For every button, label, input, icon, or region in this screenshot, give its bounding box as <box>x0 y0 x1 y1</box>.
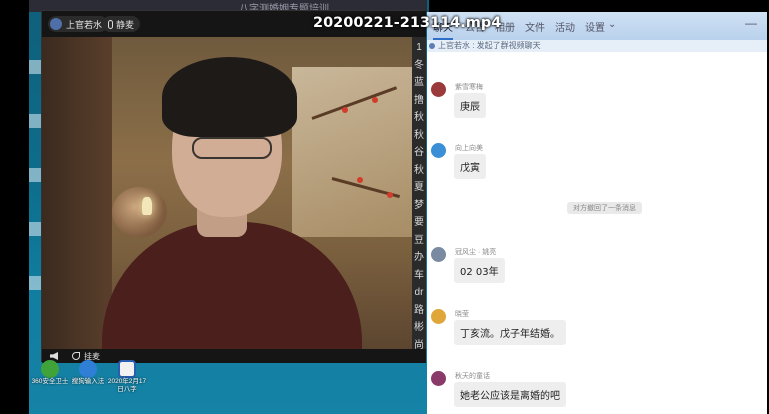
video-blossom <box>342 107 348 113</box>
video-person-hair <box>162 57 297 137</box>
message-bubble[interactable]: 庚辰 <box>454 93 486 118</box>
sender-name: 冠风尘 · 姚亮 <box>455 249 497 256</box>
member-initial[interactable]: 蓝 <box>412 74 426 92</box>
desktop-edge-icons <box>29 60 41 330</box>
video-person-glasses <box>192 137 272 159</box>
sogou-icon <box>79 360 97 378</box>
recall-notice: 对方撤回了一条消息 <box>567 202 642 214</box>
message-bubble[interactable]: 她老公应该是离婚的吧 <box>454 382 566 407</box>
member-initial[interactable]: 谷 <box>412 144 426 162</box>
video-blossom <box>387 192 393 198</box>
mic-label: 静麦 <box>116 19 135 30</box>
desktop-icon-label: 搜狗输入法 <box>71 378 105 385</box>
desktop-icon[interactable] <box>29 222 41 236</box>
video-call-window: 上官若水 静麦 1 冬 蓝 撸 秋 秋 谷 秋 夏 梦 要 豆 办 车 dr 路… <box>41 10 426 363</box>
avatar[interactable] <box>431 309 446 324</box>
member-initial[interactable]: 秋 <box>412 109 426 127</box>
video-person-body <box>102 222 362 349</box>
group-chat-panel: 聊天 公告 相册 文件 活动 设置 ⌄ — 上官若水 : 发起了群视频聊天 紫雪… <box>427 12 767 414</box>
video-lamp <box>142 197 152 215</box>
sender-name: 晓莹 <box>455 311 469 318</box>
volume-icon[interactable] <box>50 352 58 360</box>
call-notice-bar[interactable]: 上官若水 : 发起了群视频聊天 <box>427 40 767 52</box>
avatar[interactable] <box>431 247 446 262</box>
video-blossom <box>372 97 378 103</box>
desktop-icon[interactable] <box>29 168 41 182</box>
video-flowers <box>112 187 167 237</box>
member-initial[interactable]: 1 <box>412 39 426 57</box>
message-bubble[interactable]: 丁亥流。戊子年结婚。 <box>454 320 566 345</box>
host-avatar <box>50 18 62 30</box>
tab-files[interactable]: 文件 <box>525 19 545 34</box>
member-initial[interactable]: 冬 <box>412 57 426 75</box>
chevron-down-icon[interactable]: ⌄ <box>608 19 616 30</box>
member-initial[interactable]: 梦 <box>412 197 426 215</box>
screen: 八字测婚姻专题培训 上官若水 静麦 <box>0 0 769 414</box>
shield-icon <box>41 360 59 378</box>
tab-activity[interactable]: 活动 <box>555 19 575 34</box>
video-filename-overlay: 20200221-213114.mp4 <box>313 15 502 31</box>
host-name: 上官若水 <box>66 19 103 30</box>
video-painting <box>292 67 412 237</box>
letterbox-left <box>0 0 29 414</box>
member-initial[interactable]: 彬 <box>412 319 426 337</box>
member-initial[interactable]: 秋 <box>412 127 426 145</box>
member-initial[interactable]: 要 <box>412 214 426 232</box>
video-wall <box>42 37 112 349</box>
host-badge[interactable]: 上官若水 <box>48 16 109 32</box>
desktop-icon-360[interactable]: 360安全卫士 <box>30 360 70 386</box>
desktop-icon-label: 2020年2月17日八字 <box>107 378 147 393</box>
mic-toggle-button[interactable]: 静麦 <box>102 16 141 32</box>
desktop-icon[interactable] <box>29 114 41 128</box>
minimize-icon[interactable]: — <box>745 16 757 30</box>
desktop-icon[interactable] <box>29 60 41 74</box>
phone-icon[interactable] <box>72 352 80 360</box>
video-blossom <box>357 177 363 183</box>
microphone-icon <box>108 19 113 29</box>
message-bubble[interactable]: 戊寅 <box>454 154 486 179</box>
member-initial[interactable]: 夏 <box>412 179 426 197</box>
sender-name: 秋天的童话 <box>455 373 490 380</box>
message-bubble[interactable]: 02 03年 <box>454 258 505 283</box>
avatar[interactable] <box>431 371 446 386</box>
document-icon <box>118 360 136 378</box>
sender-name: 紫雪寒梅 <box>455 84 483 91</box>
avatar[interactable] <box>431 82 446 97</box>
notice-icon <box>429 42 435 49</box>
desktop-icon-sogou[interactable]: 搜狗输入法 <box>68 360 108 386</box>
video-feed[interactable] <box>42 37 412 349</box>
desktop-icon-word-doc[interactable]: 2020年2月17日八字 <box>107 360 147 394</box>
member-initial[interactable]: 豆 <box>412 232 426 250</box>
member-initial[interactable]: 办 <box>412 249 426 267</box>
avatar[interactable] <box>431 143 446 158</box>
sender-name: 向上向美 <box>455 145 483 152</box>
member-initial[interactable]: 车 <box>412 267 426 285</box>
member-initial[interactable]: 撸 <box>412 92 426 110</box>
call-notice-text: 上官若水 : 发起了群视频聊天 <box>438 41 541 50</box>
tab-settings[interactable]: 设置 <box>585 19 605 34</box>
member-initial[interactable]: 路 <box>412 302 426 320</box>
desktop-icon[interactable] <box>29 276 41 290</box>
member-list: 1 冬 蓝 撸 秋 秋 谷 秋 夏 梦 要 豆 办 车 dr 路 彬 尚 <box>412 39 426 354</box>
member-initial[interactable]: dr <box>412 284 426 302</box>
desktop-icon-label: 360安全卫士 <box>31 378 69 385</box>
member-initial[interactable]: 秋 <box>412 162 426 180</box>
